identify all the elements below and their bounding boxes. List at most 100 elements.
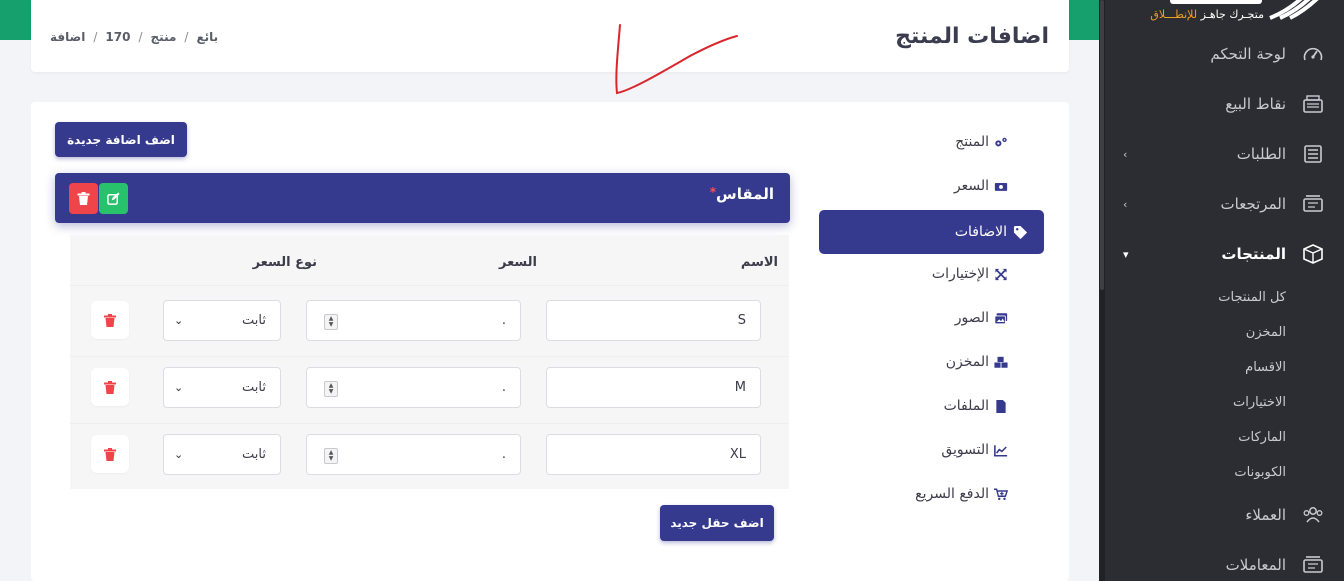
delete-row-button[interactable]: [91, 368, 129, 406]
column-header-price-type: نوع السعر: [252, 255, 317, 270]
sidebar-subitem-warehouse[interactable]: المخزن: [1246, 325, 1286, 340]
logo-wordmark: [1170, 0, 1262, 4]
menu-item-quick-pay[interactable]: الدفع السريع: [915, 486, 1009, 502]
breadcrumb-separator: /: [184, 30, 189, 44]
sidebar-subitem-categories[interactable]: الاقسام: [1245, 360, 1286, 375]
edit-group-button[interactable]: [99, 183, 128, 214]
addon-price-value: .: [501, 447, 506, 462]
trash-icon: [104, 380, 116, 394]
annotation-scribble: [615, 24, 738, 95]
delete-row-button[interactable]: [91, 435, 129, 473]
sidebar-item-label: المعاملات: [1225, 556, 1286, 574]
expand-arrows-icon: [993, 267, 1009, 281]
sidebar-item-transactions[interactable]: المعاملات: [1105, 545, 1344, 581]
main-card: المنتج السعر الاضافات الإختيارات الصور ا…: [31, 102, 1069, 581]
menu-item-label: المخزن: [945, 354, 989, 370]
logo-tagline-highlight: للإنطـــلاق: [1150, 8, 1198, 21]
sidebar-subitem-brands[interactable]: الماركات: [1238, 430, 1286, 445]
addon-price-input[interactable]: ▲ ▼ .: [306, 300, 521, 341]
number-spinner[interactable]: ▲ ▼: [324, 448, 338, 464]
breadcrumb-item[interactable]: منتج: [151, 30, 177, 44]
addon-group-title-text: المقاس: [716, 185, 774, 203]
addon-price-value: .: [501, 313, 506, 328]
addon-name-input[interactable]: S: [546, 300, 761, 341]
add-field-button[interactable]: اضف حقل جديد: [660, 505, 774, 541]
gears-icon: [993, 135, 1009, 149]
sidebar-item-label: المنتجات: [1221, 245, 1286, 263]
page-title: اضافات المنتج: [895, 24, 1049, 49]
return-icon: [1300, 194, 1326, 214]
addon-price-input[interactable]: ▲ ▼ .: [306, 434, 521, 475]
sidebar-subitem-options[interactable]: الاختيارات: [1233, 395, 1286, 410]
sidebar-subitem-all-products[interactable]: كل المنتجات: [1218, 290, 1286, 305]
users-icon: [1300, 505, 1326, 525]
list-icon: [1300, 144, 1326, 164]
sidebar-item-products[interactable]: المنتجات ▾: [1105, 234, 1344, 274]
sidebar-item-label: المرتجعات: [1220, 195, 1286, 213]
edit-icon: [107, 192, 120, 205]
tags-icon: [1013, 225, 1028, 239]
addon-group-title: المقاس*: [706, 185, 774, 203]
menu-item-label: الملفات: [943, 398, 989, 414]
addon-price-input[interactable]: ▲ ▼ .: [306, 367, 521, 408]
page-header: اضافات المنتج بائع / منتج / 170 / اضافة: [31, 0, 1069, 72]
menu-item-options[interactable]: الإختيارات: [932, 266, 1009, 282]
menu-item-label: الصور: [954, 310, 989, 326]
logo-mark: [1269, 0, 1319, 20]
sidebar-subitem-coupons[interactable]: الكوبونات: [1234, 465, 1286, 480]
chart-line-icon: [993, 443, 1009, 457]
chevron-down-icon: ⌄: [174, 381, 184, 394]
menu-item-additions[interactable]: الاضافات: [819, 210, 1044, 254]
price-type-value: ثابت: [242, 380, 266, 395]
cubes-icon: [993, 355, 1009, 369]
breadcrumb-item: اضافة: [50, 30, 86, 44]
menu-item-images[interactable]: الصور: [955, 310, 1009, 326]
number-spinner[interactable]: ▲ ▼: [324, 314, 338, 330]
file-icon: [993, 399, 1009, 413]
menu-item-warehouse[interactable]: المخزن: [946, 354, 1009, 370]
breadcrumb: بائع / منتج / 170 / اضافة: [50, 30, 218, 44]
sidebar-item-orders[interactable]: الطلبات ›: [1105, 134, 1344, 174]
sidebar-item-label: الطلبات: [1236, 145, 1286, 163]
menu-item-price[interactable]: السعر: [954, 178, 1009, 194]
addon-name-input[interactable]: M: [546, 367, 761, 408]
row-divider: [70, 423, 789, 424]
delete-row-button[interactable]: [91, 301, 129, 339]
menu-item-label: التسويق: [941, 442, 989, 458]
scrollbar-thumb[interactable]: [1100, 0, 1104, 290]
sidebar-item-returns[interactable]: المرتجعات ›: [1105, 184, 1344, 224]
menu-item-marketing[interactable]: التسويق: [941, 442, 1009, 458]
transactions-icon: [1300, 555, 1326, 575]
sidebar-item-pos[interactable]: نقاط البيع: [1105, 84, 1344, 124]
menu-item-label: المنتج: [955, 134, 989, 150]
box-icon: [1300, 244, 1326, 264]
breadcrumb-item[interactable]: 170: [105, 30, 130, 44]
sidebar: متجـرك جاهـز للإنطـــلاق لوحة التحكم نقا…: [1099, 0, 1344, 581]
delete-group-button[interactable]: [69, 183, 98, 214]
menu-item-product[interactable]: المنتج: [955, 134, 1009, 150]
price-type-select[interactable]: ⌄ ثابت: [163, 367, 281, 408]
price-type-select[interactable]: ⌄ ثابت: [163, 300, 281, 341]
logo-tagline-text: متجـرك جاهـز: [1197, 8, 1264, 21]
cart-plus-icon: [993, 487, 1009, 501]
breadcrumb-item[interactable]: بائع: [196, 30, 218, 44]
menu-item-label: السعر: [953, 178, 989, 194]
logo: متجـرك جاهـز للإنطـــلاق: [1126, 0, 1326, 28]
sidebar-item-customers[interactable]: العملاء: [1105, 495, 1344, 535]
speedometer-icon: [1300, 44, 1326, 64]
images-icon: [993, 311, 1009, 325]
add-addition-button[interactable]: اضف اضافة جديدة: [55, 122, 187, 157]
breadcrumb-separator: /: [93, 30, 98, 44]
addon-name-input[interactable]: XL: [546, 434, 761, 475]
menu-item-label: الإختيارات: [931, 266, 989, 282]
number-spinner[interactable]: ▲ ▼: [324, 381, 338, 397]
menu-item-files[interactable]: الملفات: [944, 398, 1009, 414]
chevron-down-icon: ▾: [1123, 247, 1129, 261]
trash-icon: [77, 192, 90, 205]
sidebar-item-label: لوحة التحكم: [1210, 45, 1286, 63]
chevron-right-icon: ›: [1123, 147, 1128, 161]
sidebar-item-dashboard[interactable]: لوحة التحكم: [1105, 34, 1344, 74]
column-header-price: السعر: [499, 255, 537, 270]
sidebar-item-label: العملاء: [1245, 506, 1286, 524]
price-type-select[interactable]: ⌄ ثابت: [163, 434, 281, 475]
